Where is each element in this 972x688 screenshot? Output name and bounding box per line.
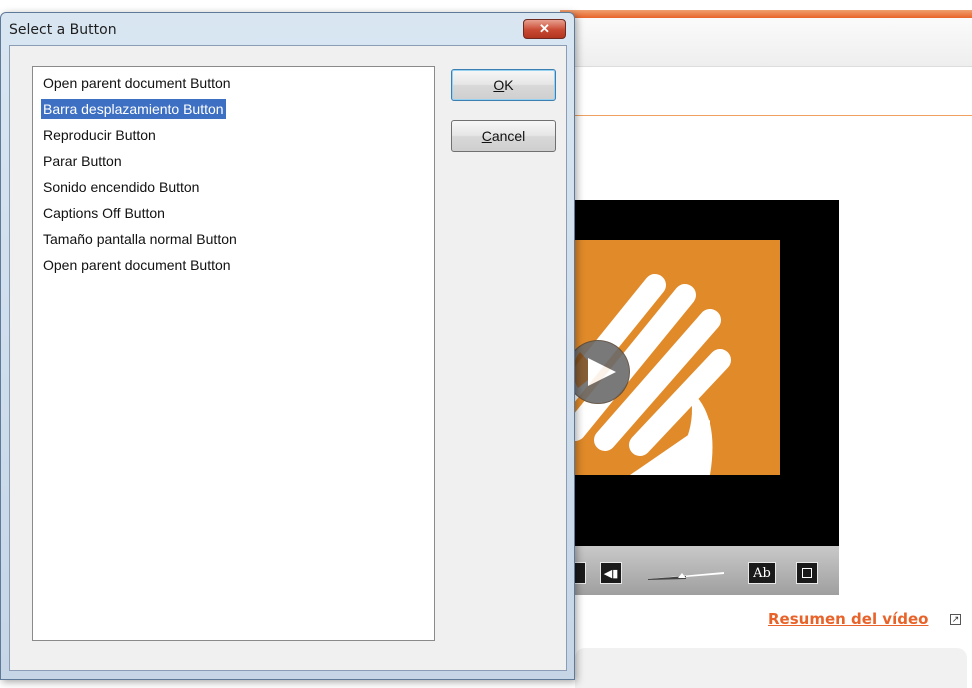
dialog-titlebar[interactable]: Select a Button ✕ xyxy=(1,13,574,45)
dialog-title: Select a Button xyxy=(9,22,117,38)
close-button[interactable]: ✕ xyxy=(523,19,566,39)
list-item[interactable]: Sonido encendido Button xyxy=(41,177,201,197)
list-item[interactable]: Open parent document Button xyxy=(41,73,233,93)
list-item[interactable]: Parar Button xyxy=(41,151,124,171)
cancel-mnemonic: C xyxy=(481,128,492,144)
dialog-body: Open parent document Button Barra desplaz… xyxy=(9,45,567,671)
video-player[interactable]: ◀▮ Ab xyxy=(560,200,839,595)
header-bar xyxy=(560,18,972,67)
play-icon[interactable] xyxy=(566,340,630,404)
close-icon: ✕ xyxy=(539,21,550,36)
ok-mnemonic: O xyxy=(493,77,505,93)
list-item[interactable]: Tamaño pantalla normal Button xyxy=(41,229,239,249)
list-item[interactable]: Captions Off Button xyxy=(41,203,167,223)
ok-label-rest: K xyxy=(504,77,514,93)
video-controls: ◀▮ Ab xyxy=(560,546,839,595)
speaker-icon: ◀▮ xyxy=(603,567,619,580)
list-item[interactable]: Barra desplazamiento Button xyxy=(41,99,226,119)
cancel-button[interactable]: Cancel xyxy=(451,120,556,152)
volume-slider[interactable] xyxy=(648,572,724,580)
section-divider xyxy=(575,115,972,116)
captions-button[interactable]: Ab xyxy=(748,562,776,584)
ok-button[interactable]: OK xyxy=(451,69,556,101)
button-listbox[interactable]: Open parent document Button Barra desplaz… xyxy=(32,66,435,641)
video-frame[interactable] xyxy=(560,200,839,546)
video-thumbnail xyxy=(560,240,780,475)
fullscreen-button[interactable] xyxy=(796,562,818,584)
video-summary-link[interactable]: Resumen del vídeo xyxy=(768,610,928,628)
content-panel xyxy=(575,648,967,688)
fullscreen-icon xyxy=(802,568,812,578)
select-button-dialog: Select a Button ✕ Open parent document B… xyxy=(0,12,575,680)
volume-button[interactable]: ◀▮ xyxy=(600,562,622,584)
header-accent-bar xyxy=(560,10,972,18)
cancel-label-rest: ancel xyxy=(491,128,526,144)
external-link-icon[interactable]: ↗ xyxy=(950,614,961,625)
list-item[interactable]: Open parent document Button xyxy=(41,255,233,275)
list-item[interactable]: Reproducir Button xyxy=(41,125,158,145)
